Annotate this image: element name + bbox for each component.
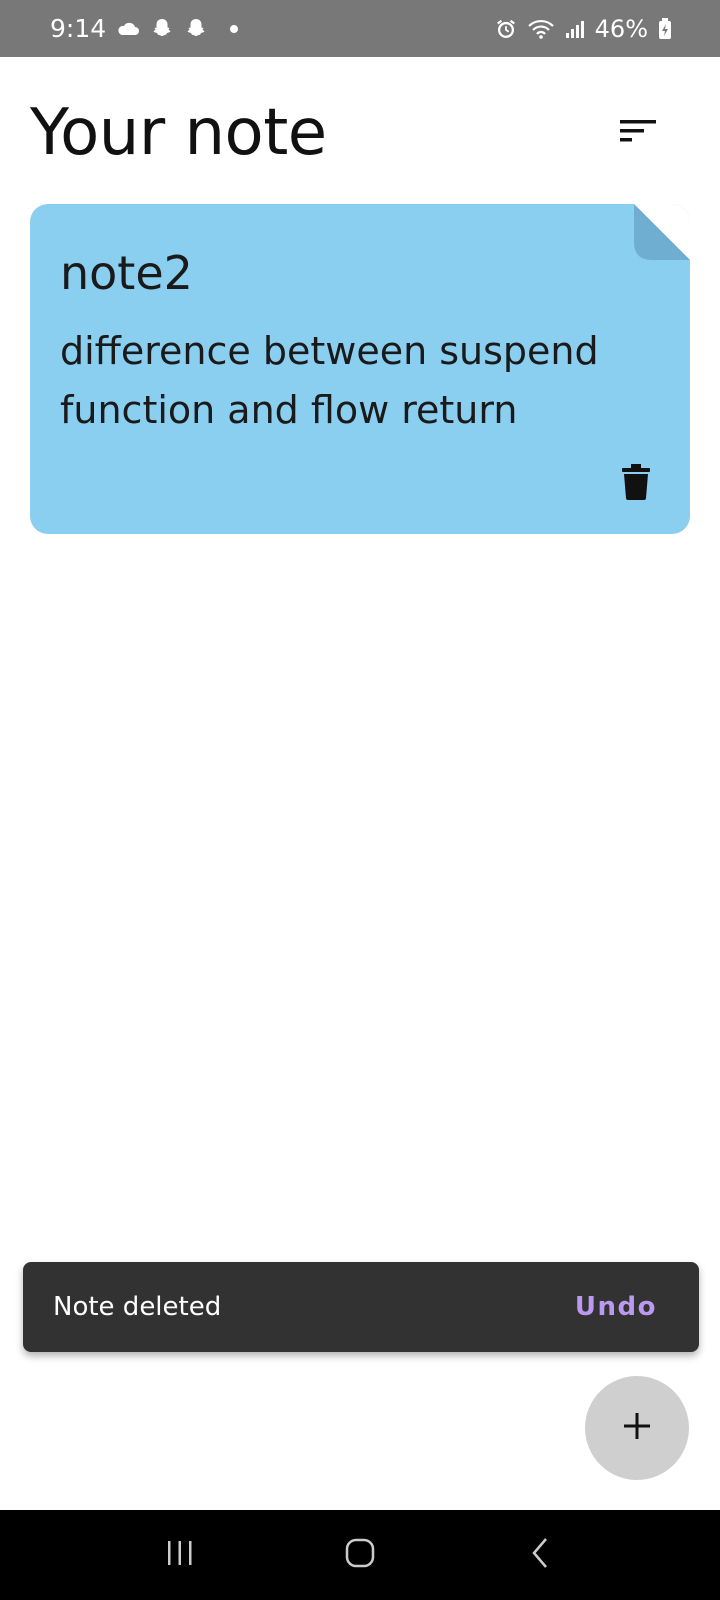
note-body: difference between suspend function and … xyxy=(60,329,599,432)
dot-icon xyxy=(230,24,239,33)
battery-icon xyxy=(658,17,672,40)
recents-button[interactable] xyxy=(140,1525,220,1585)
sort-icon xyxy=(620,118,656,149)
undo-button[interactable]: Undo xyxy=(575,1292,657,1322)
back-button[interactable] xyxy=(500,1525,580,1585)
signal-icon xyxy=(565,19,585,39)
navigation-bar xyxy=(0,1510,720,1600)
trash-icon xyxy=(622,463,650,505)
sort-button[interactable] xyxy=(614,113,662,153)
snackbar-message: Note deleted xyxy=(53,1292,222,1322)
home-icon xyxy=(344,1537,376,1574)
delete-note-button[interactable] xyxy=(614,462,658,506)
status-bar: 9:14 46% xyxy=(0,0,720,57)
cloud-icon xyxy=(116,21,140,37)
note-fold xyxy=(634,204,690,260)
alarm-icon xyxy=(495,18,517,40)
snapchat-icon xyxy=(150,17,174,41)
recents-icon xyxy=(165,1539,195,1572)
note-title: note2 xyxy=(60,246,193,300)
page-title: Your note xyxy=(30,96,327,170)
status-time: 9:14 xyxy=(50,14,107,43)
wifi-icon xyxy=(527,18,555,40)
back-icon xyxy=(530,1537,550,1574)
plus-icon xyxy=(622,1411,652,1446)
battery-percent: 46% xyxy=(594,14,648,43)
note-card[interactable]: note2 difference between suspend functio… xyxy=(30,204,690,534)
status-left: 9:14 xyxy=(50,14,239,43)
snackbar: Note deleted Undo xyxy=(23,1262,699,1352)
home-button[interactable] xyxy=(320,1525,400,1585)
status-right: 46% xyxy=(495,15,672,43)
add-note-button[interactable] xyxy=(585,1376,689,1480)
snapchat-icon xyxy=(184,17,208,41)
